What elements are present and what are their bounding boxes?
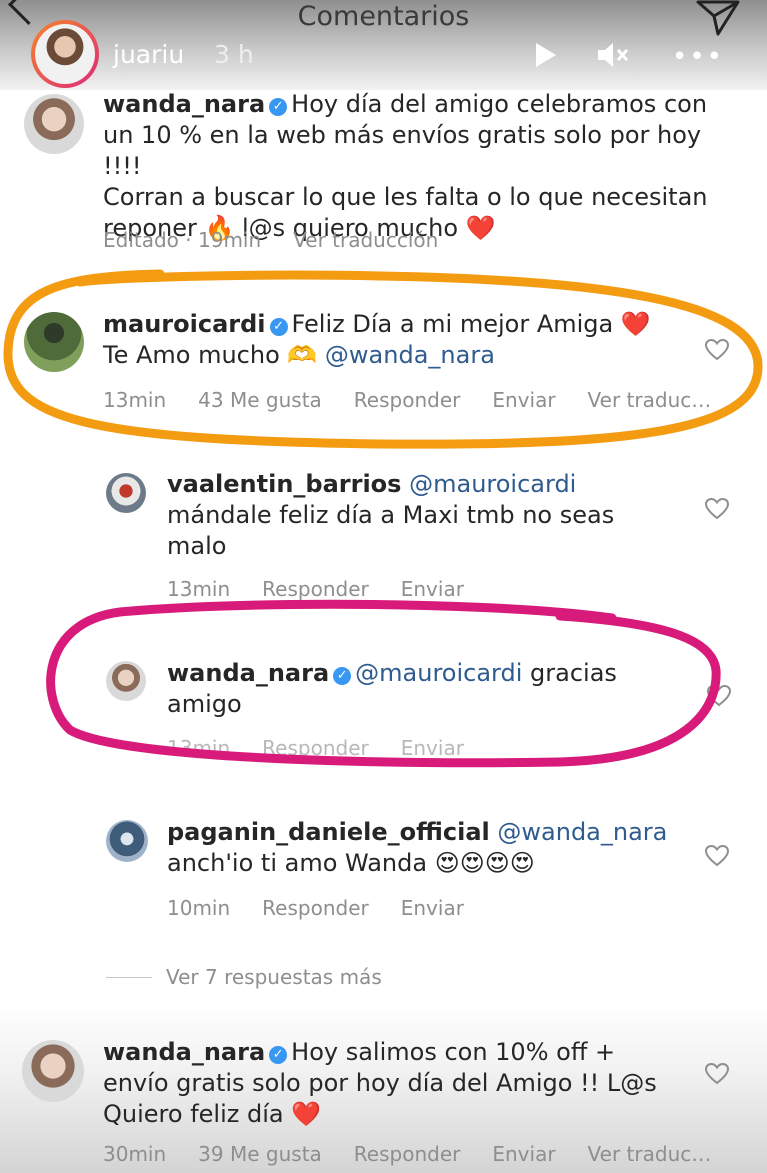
avatar[interactable] — [106, 473, 146, 513]
verified-badge-icon: ✓ — [269, 1046, 288, 1064]
comment-line: gracias — [530, 659, 617, 687]
mention-link[interactable]: @mauroicardi — [355, 659, 522, 687]
mention-link[interactable]: @wanda_nara — [325, 341, 495, 369]
username[interactable]: wanda_nara — [167, 659, 329, 687]
send-icon[interactable] — [694, 0, 742, 38]
send-button[interactable]: Enviar — [401, 736, 464, 760]
comment-meta: 13min Responder Enviar — [167, 736, 496, 760]
likes-count[interactable]: 43 Me gusta — [198, 388, 322, 412]
avatar[interactable] — [22, 1040, 84, 1102]
verified-badge-icon: ✓ — [269, 318, 288, 336]
comment-time: 10min — [167, 896, 231, 920]
view-more-replies-label[interactable]: Ver 7 respuestas más — [166, 965, 382, 989]
comment-line: un 10 % en la web más envíos gratis solo… — [103, 121, 702, 180]
see-translation-link[interactable]: Ver traducción — [293, 228, 438, 252]
comment-wanda-2: wanda_nara ✓ Hoy salimos con 10% off + env… — [103, 1037, 703, 1130]
comment-line: Te Amo mucho 🫶 — [103, 341, 318, 369]
avatar[interactable] — [106, 661, 146, 701]
view-more-replies[interactable]: Ver 7 respuestas más — [106, 965, 382, 989]
comment-meta: 10min Responder Enviar — [167, 896, 496, 920]
edited-time: Editado · 19min — [103, 228, 262, 252]
send-button[interactable]: Enviar — [401, 577, 464, 601]
like-heart-icon[interactable] — [704, 1062, 730, 1086]
comment-line: Corran a buscar lo que les falta o lo qu… — [103, 183, 708, 211]
like-heart-icon[interactable] — [704, 844, 730, 868]
comment-line: malo — [167, 532, 227, 560]
send-button[interactable]: Enviar — [401, 896, 464, 920]
username[interactable]: paganin_daniele_official — [167, 818, 490, 846]
send-button[interactable]: Enviar — [492, 388, 555, 412]
comment-meta: 30min 39 Me gusta Responder Enviar Ver tradu… — [103, 1142, 763, 1166]
reply-button[interactable]: Responder — [354, 1142, 461, 1166]
comment-wanda-1: wanda_nara ✓ Hoy día del amigo celebramos … — [103, 89, 743, 244]
see-translation-link[interactable]: Ver traduc… — [588, 1142, 712, 1166]
comment-mauroicardi: mauroicardi ✓ Feliz Día a mi mejor Amiga ❤… — [103, 309, 703, 371]
verified-badge-icon: ✓ — [269, 98, 288, 116]
comment-time: 30min — [103, 1142, 167, 1166]
comment-time: 13min — [167, 736, 231, 760]
send-button[interactable]: Enviar — [492, 1142, 555, 1166]
comment-wanda-reply: wanda_nara ✓ @mauroicardi gracias amigo — [167, 658, 687, 720]
story-avatar[interactable] — [31, 20, 99, 88]
comment-line: Quiero feliz día ❤️ — [103, 1100, 322, 1128]
username[interactable]: mauroicardi — [103, 310, 266, 338]
reply-button[interactable]: Responder — [354, 388, 461, 412]
username[interactable]: vaalentin_barrios — [167, 470, 401, 498]
verified-badge-icon: ✓ — [333, 667, 352, 685]
avatar[interactable] — [106, 820, 148, 862]
username[interactable]: wanda_nara — [103, 90, 265, 118]
username[interactable]: wanda_nara — [103, 1038, 265, 1066]
comment-vaalentin: vaalentin_barrios @mauroicardi mándale f… — [167, 469, 687, 562]
mention-link[interactable]: @mauroicardi — [409, 470, 576, 498]
see-translation-link[interactable]: Ver traduc… — [588, 388, 712, 412]
comment-line: Hoy salimos con 10% off + — [291, 1038, 616, 1066]
comment-meta: 13min Responder Enviar — [167, 577, 496, 601]
story-time: 3 h — [214, 40, 254, 69]
reply-button[interactable]: Responder — [262, 736, 369, 760]
like-heart-icon[interactable] — [704, 497, 730, 521]
comment-line: mándale feliz día a Maxi tmb no seas — [167, 501, 615, 529]
comment-paganin: paganin_daniele_official @wanda_nara anc… — [167, 817, 687, 879]
comment-line: Feliz Día a mi mejor Amiga ❤️ — [291, 310, 651, 338]
comment-meta: Editado · 19min Ver traducción — [103, 228, 470, 252]
comment-line: Hoy día del amigo celebramos con — [291, 90, 708, 118]
reply-button[interactable]: Responder — [262, 896, 369, 920]
divider — [106, 977, 152, 978]
avatar[interactable] — [24, 312, 84, 372]
avatar[interactable] — [24, 94, 84, 154]
comment-time: 13min — [103, 388, 167, 412]
comment-meta: 13min 43 Me gusta Responder Enviar Ver tradu… — [103, 388, 763, 412]
mention-link[interactable]: @wanda_nara — [497, 818, 667, 846]
story-username[interactable]: juariu — [113, 40, 184, 69]
comment-line: anch'io ti amo Wanda 😍😍😍😍 — [167, 849, 535, 877]
comment-line: amigo — [167, 690, 242, 718]
likes-count[interactable]: 39 Me gusta — [198, 1142, 322, 1166]
comment-time: 13min — [167, 577, 231, 601]
page-title: Comentarios — [297, 1, 470, 32]
like-heart-icon[interactable] — [706, 684, 732, 708]
more-options-icon[interactable]: ••• — [672, 42, 724, 72]
comment-line: envío gratis solo por hoy día del Amigo … — [103, 1069, 657, 1097]
play-icon[interactable] — [530, 40, 560, 70]
reply-button[interactable]: Responder — [262, 577, 369, 601]
like-heart-icon[interactable] — [704, 338, 730, 362]
mute-icon[interactable] — [596, 40, 632, 70]
